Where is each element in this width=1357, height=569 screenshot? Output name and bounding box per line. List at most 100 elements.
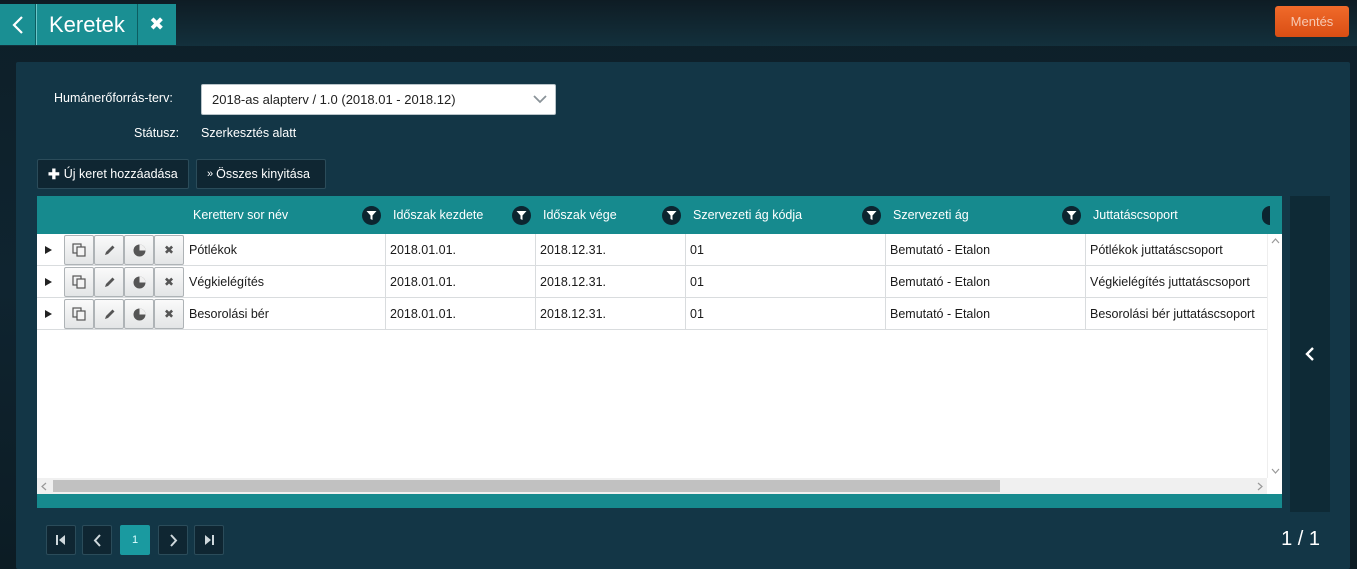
tab-group: Keretek ✖ [0,4,176,45]
chevron-down-icon [533,95,547,104]
status-value: Szerkesztés alatt [201,126,297,140]
cell-org: Bemutató - Etalon [885,266,1085,298]
expand-all-button[interactable]: » Összes kinyitása [196,159,326,189]
filter-icon[interactable] [862,206,881,225]
grid-header: Keretterv sor név Időszak kezdete Idősza… [37,196,1282,234]
cell-org-code: 01 [685,266,885,298]
back-button[interactable] [0,4,36,45]
filter-icon[interactable] [1062,206,1081,225]
last-page-icon [205,535,214,545]
frames-grid: Keretterv sor név Időszak kezdete Idősza… [37,196,1282,508]
cell-org-code: 01 [685,298,885,330]
close-icon: ✖ [163,307,175,321]
cell-name: Végkielégítés [189,275,265,289]
first-page-button[interactable] [46,525,76,555]
table-row[interactable]: ✖ Besorolási bér 2018.01.01. 2018.12.31.… [37,298,1267,330]
plus-icon: ✚ [48,165,60,182]
prev-page-button[interactable] [82,525,112,555]
chevron-down-icon[interactable] [1271,468,1280,474]
column-header-org[interactable]: Szervezeti ág [893,196,969,234]
delete-button[interactable]: ✖ [154,235,184,265]
page-number-button[interactable]: 1 [120,525,150,555]
pie-chart-icon [133,308,145,320]
chevron-up-icon[interactable] [1271,238,1280,244]
chevron-left-icon[interactable] [41,482,47,491]
filter-icon[interactable] [1262,206,1270,225]
chart-button[interactable] [124,267,154,297]
cell-benefit-group: Végkielégítés juttatáscsoport [1085,266,1267,298]
save-button[interactable]: Mentés [1275,6,1349,37]
pie-chart-icon [133,276,145,288]
pencil-icon [104,245,114,255]
plan-label: Humánerőforrás-terv: [54,91,173,105]
copy-button[interactable] [64,267,94,297]
plan-select[interactable]: 2018-as alapterv / 1.0 (2018.01 - 2018.1… [201,84,556,115]
grid-footer [37,494,1282,508]
chevron-right-icon[interactable] [1257,482,1263,491]
close-icon: ✖ [163,275,175,289]
cell-benefit-group: Pótlékok juttatáscsoport [1085,234,1267,266]
last-page-button[interactable] [194,525,224,555]
copy-icon [72,275,86,289]
close-icon: ✖ [163,243,175,257]
vertical-scrollbar[interactable] [1267,234,1282,478]
edit-button[interactable] [94,299,124,329]
edit-button[interactable] [94,235,124,265]
side-panel-toggle[interactable] [1290,196,1330,512]
cell-start: 2018.01.01. [385,234,535,266]
close-icon: ✖ [149,14,165,35]
scrollbar-thumb[interactable] [53,480,1000,492]
filter-icon[interactable] [512,206,531,225]
expand-row-icon[interactable] [45,246,52,254]
chevron-left-icon [1305,347,1314,361]
delete-button[interactable]: ✖ [154,299,184,329]
cell-start: 2018.01.01. [385,298,535,330]
cell-org-code: 01 [685,234,885,266]
main-panel: Humánerőforrás-terv: 2018-as alapterv / … [16,62,1350,569]
pencil-icon [104,277,114,287]
pencil-icon [104,309,114,319]
table-row[interactable]: ✖ Végkielégítés 2018.01.01. 2018.12.31. … [37,266,1267,298]
filter-icon[interactable] [662,206,681,225]
delete-button[interactable]: ✖ [154,267,184,297]
page-count: 1 / 1 [1281,528,1320,550]
page-title: Keretek [36,4,137,45]
add-frame-label: Új keret hozzáadása [63,167,178,181]
cell-org: Bemutató - Etalon [885,234,1085,266]
column-header-benefit-group[interactable]: Juttatáscsoport [1093,196,1178,234]
column-header-start[interactable]: Időszak kezdete [393,196,483,234]
column-header-org-code[interactable]: Szervezeti ág kódja [693,196,802,234]
double-chevron-down-icon: » [207,168,214,180]
status-label: Státusz: [134,126,180,140]
add-frame-button[interactable]: ✚ Új keret hozzáadása [37,159,189,189]
close-tab-button[interactable]: ✖ [136,4,176,45]
cell-end: 2018.12.31. [535,234,685,266]
first-page-icon [56,535,65,545]
expand-row-icon[interactable] [45,310,52,318]
copy-icon [72,243,86,257]
chart-button[interactable] [124,235,154,265]
copy-button[interactable] [64,235,94,265]
plan-select-value: 2018-as alapterv / 1.0 (2018.01 - 2018.1… [212,92,456,107]
chevron-left-icon [11,15,23,34]
next-page-button[interactable] [158,525,188,555]
edit-button[interactable] [94,267,124,297]
expand-row-icon[interactable] [45,278,52,286]
chart-button[interactable] [124,299,154,329]
copy-icon [72,307,86,321]
filter-icon[interactable] [362,206,381,225]
pie-chart-icon [133,244,145,256]
cell-name: Besorolási bér [189,307,269,321]
column-header-name[interactable]: Keretterv sor név [193,196,288,234]
expand-all-label: Összes kinyitása [216,167,310,181]
cell-end: 2018.12.31. [535,298,685,330]
horizontal-scrollbar[interactable] [37,478,1267,494]
table-row[interactable]: ✖ Pótlékok 2018.01.01. 2018.12.31. 01 Be… [37,234,1267,266]
cell-benefit-group: Besorolási bér juttatáscsoport [1085,298,1267,330]
chevron-left-icon [93,533,101,547]
copy-button[interactable] [64,299,94,329]
chevron-right-icon [169,533,177,547]
cell-end: 2018.12.31. [535,266,685,298]
column-header-end[interactable]: Időszak vége [543,196,617,234]
cell-start: 2018.01.01. [385,266,535,298]
